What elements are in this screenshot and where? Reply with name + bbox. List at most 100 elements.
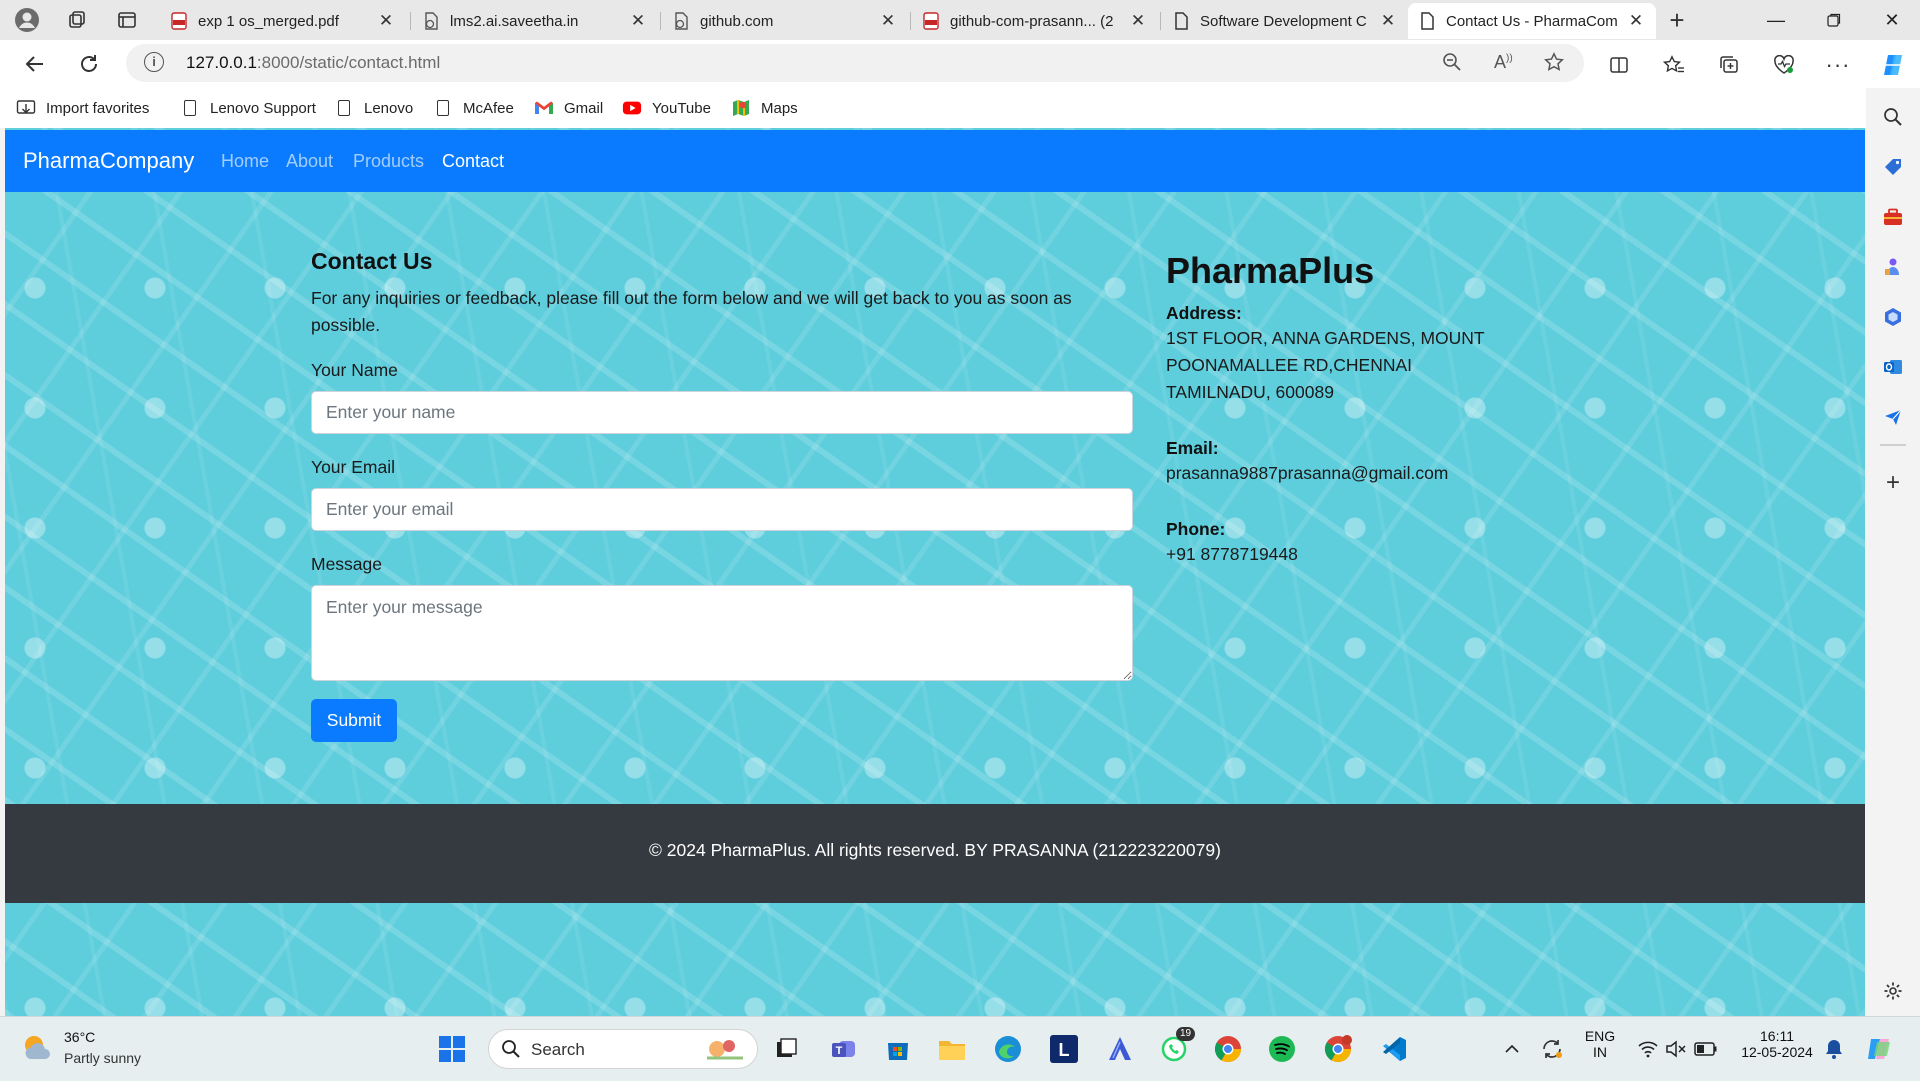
notification-bell-icon[interactable] [1816, 1031, 1852, 1067]
language-code: ENG [1584, 1028, 1616, 1044]
workspaces-icon[interactable] [62, 6, 92, 34]
nav-home[interactable]: Home [221, 151, 269, 172]
games-icon[interactable] [1880, 254, 1906, 280]
site-brand[interactable]: PharmaCompany [23, 148, 194, 174]
taskbar-search[interactable]: Search [488, 1029, 758, 1069]
phone-label: Phone: [1166, 519, 1226, 539]
copilot-app-icon[interactable] [1102, 1031, 1138, 1067]
fav-lenovo-support[interactable]: Lenovo Support [180, 96, 316, 120]
weather-description[interactable]: Partly sunny [64, 1050, 141, 1066]
weather-sun-icon[interactable] [20, 1031, 54, 1065]
nav-about[interactable]: About [286, 151, 333, 172]
nav-contact[interactable]: Contact [442, 151, 504, 172]
fav-maps[interactable]: Maps [731, 96, 798, 120]
chevron-up-icon[interactable] [1494, 1031, 1530, 1067]
settings-gear-icon[interactable] [1880, 978, 1906, 1004]
address-bar[interactable]: i 127.0.0.1:8000/static/contact.html A)) [126, 44, 1584, 82]
tab-pdf-merged[interactable]: exp 1 os_merged.pdf ✕ [160, 3, 406, 39]
url-text[interactable]: 127.0.0.1:8000/static/contact.html [186, 53, 440, 73]
weather-temperature[interactable]: 36°C [64, 1029, 95, 1045]
address-line-3: TAMILNADU, 600089 [1166, 382, 1334, 402]
split-screen-icon[interactable] [1603, 50, 1635, 80]
close-icon[interactable]: ✕ [1626, 11, 1646, 31]
site-info-icon[interactable]: i [144, 52, 164, 72]
tab-contact-us[interactable]: Contact Us - PharmaCom ✕ [1408, 3, 1656, 39]
fav-gmail[interactable]: Gmail [534, 96, 603, 120]
sync-icon[interactable] [1534, 1031, 1570, 1067]
email-input[interactable] [311, 488, 1133, 531]
url-host: 127.0.0.1 [186, 53, 257, 72]
fav-lenovo[interactable]: Lenovo [334, 96, 413, 120]
browser-essentials-icon[interactable] [1768, 50, 1800, 80]
add-icon[interactable]: + [1880, 469, 1906, 496]
address-toolbar: i 127.0.0.1:8000/static/contact.html A))… [0, 40, 1920, 88]
file-explorer-icon[interactable] [934, 1031, 970, 1067]
tab-github-pdf[interactable]: github-com-prasann... (2 ✕ [912, 3, 1158, 39]
zoom-out-icon[interactable] [1442, 52, 1462, 78]
clock-time: 16:11 [1760, 1028, 1794, 1044]
contact-heading: Contact Us [311, 248, 433, 274]
windows-start-icon[interactable] [434, 1031, 470, 1067]
tab-software-development[interactable]: Software Development C ✕ [1162, 3, 1408, 39]
close-icon[interactable]: ✕ [878, 11, 898, 31]
send-icon[interactable] [1880, 404, 1906, 430]
whatsapp-icon[interactable]: 19 [1156, 1027, 1196, 1067]
fav-mcafee[interactable]: McAfee [433, 96, 514, 120]
tab-title: Contact Us - PharmaCom [1446, 12, 1618, 30]
more-options-icon[interactable]: ··· [1822, 50, 1854, 80]
restore-icon[interactable] [1806, 0, 1862, 40]
favorite-star-icon[interactable] [1544, 52, 1564, 78]
profile-icon[interactable] [12, 6, 42, 34]
vscode-icon[interactable] [1376, 1031, 1412, 1067]
collections-icon[interactable] [1713, 50, 1745, 80]
copilot-tray-icon[interactable] [1862, 1031, 1898, 1067]
read-aloud-icon[interactable]: A)) [1494, 52, 1513, 73]
fav-youtube[interactable]: YouTube [622, 96, 711, 120]
battery-icon[interactable] [1688, 1031, 1724, 1067]
shopping-tag-icon[interactable] [1880, 154, 1906, 180]
clock[interactable]: 16:11 12-05-2024 [1732, 1028, 1822, 1060]
import-icon [16, 98, 36, 118]
refresh-icon[interactable] [72, 48, 106, 80]
favorites-icon[interactable] [1658, 50, 1690, 80]
tab-actions-icon[interactable] [112, 6, 142, 34]
language-indicator[interactable]: ENG IN [1580, 1028, 1620, 1060]
teams-icon[interactable]: T [826, 1031, 862, 1067]
close-icon[interactable]: ✕ [376, 11, 396, 31]
tab-lms[interactable]: lms2.ai.saveetha.in ✕ [412, 3, 658, 39]
chrome-profile-icon[interactable] [1320, 1031, 1356, 1067]
microsoft-365-icon[interactable] [1880, 304, 1906, 330]
nav-products[interactable]: Products [353, 151, 424, 172]
page-icon [1418, 12, 1436, 30]
name-input[interactable] [311, 391, 1133, 434]
tab-bar: exp 1 os_merged.pdf ✕ lms2.ai.saveetha.i… [0, 0, 1920, 40]
email-label: Your Email [311, 457, 395, 477]
close-window-icon[interactable]: ✕ [1864, 0, 1920, 40]
fav-import-favorites[interactable]: Import favorites [16, 96, 149, 120]
close-icon[interactable]: ✕ [1128, 11, 1148, 31]
search-icon[interactable] [1880, 104, 1906, 130]
tab-separator [660, 12, 661, 30]
microsoft-store-icon[interactable] [880, 1031, 916, 1067]
submit-button[interactable]: Submit [311, 699, 397, 742]
edge-browser-icon[interactable] [990, 1031, 1026, 1067]
new-tab-icon[interactable]: + [1662, 5, 1692, 35]
spotify-icon[interactable] [1264, 1031, 1300, 1067]
copilot-icon[interactable] [1877, 50, 1909, 80]
contact-description: For any inquiries or feedback, please fi… [311, 288, 1072, 335]
close-icon[interactable]: ✕ [1378, 11, 1398, 31]
company-name: PharmaPlus [1166, 250, 1375, 291]
outlook-icon[interactable] [1880, 354, 1906, 380]
message-textarea[interactable] [311, 585, 1133, 681]
close-icon[interactable]: ✕ [628, 11, 648, 31]
chrome-icon[interactable] [1210, 1031, 1246, 1067]
site-navbar: PharmaCompany Home About Products Contac… [5, 130, 1865, 192]
lms-app-icon[interactable]: L [1046, 1031, 1082, 1067]
tools-briefcase-icon[interactable] [1880, 204, 1906, 230]
back-arrow-icon[interactable] [18, 48, 52, 80]
footer-text: © 2024 PharmaPlus. All rights reserved. … [649, 840, 1221, 860]
minimize-icon[interactable]: — [1748, 0, 1804, 40]
fav-label: Maps [761, 99, 798, 117]
tab-github[interactable]: github.com ✕ [662, 3, 908, 39]
task-view-icon[interactable] [768, 1031, 804, 1067]
